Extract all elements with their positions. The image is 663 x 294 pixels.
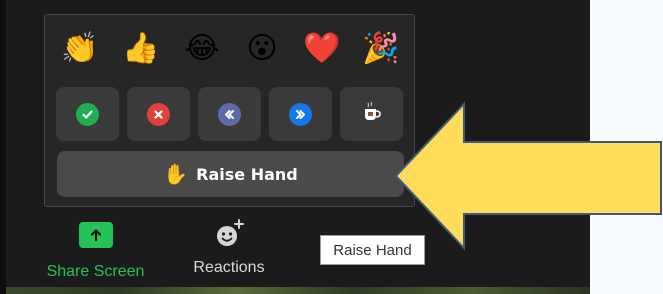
annotation-arrow-icon xyxy=(394,101,662,251)
